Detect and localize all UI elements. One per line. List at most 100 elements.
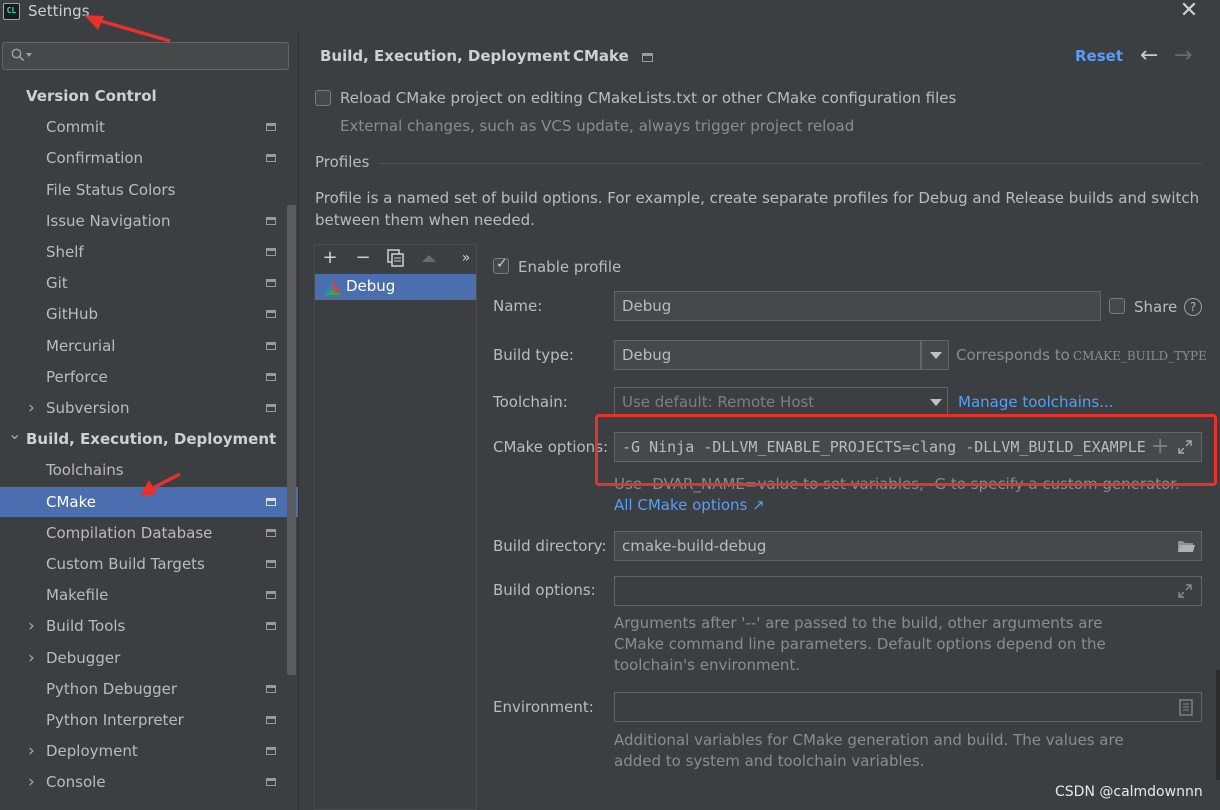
- forward-arrow-icon[interactable]: →: [1174, 43, 1192, 69]
- sidebar-item-label: File Status Colors: [46, 181, 176, 199]
- sidebar-item-git[interactable]: Git: [0, 268, 298, 298]
- enable-profile-checkbox[interactable]: ✓: [493, 256, 509, 274]
- sidebar-item-label: Deployment: [46, 742, 138, 760]
- name-field[interactable]: Debug: [614, 291, 1101, 321]
- cmake-options-label: CMake options:: [493, 438, 609, 456]
- back-arrow-icon[interactable]: ←: [1140, 43, 1158, 69]
- chevron-down-icon: [26, 53, 32, 57]
- checkmark-icon: ✓: [496, 256, 508, 272]
- name-label: Name:: [493, 297, 543, 315]
- breadcrumb-parent[interactable]: Build, Execution, Deployment: [320, 47, 570, 65]
- sidebar-item-toolchains[interactable]: Toolchains: [0, 455, 298, 485]
- sidebar-item-makefile[interactable]: Makefile: [0, 580, 298, 610]
- sidebar-item-label: Subversion: [46, 399, 130, 417]
- profile-list-item[interactable]: Debug: [315, 274, 476, 300]
- manage-toolchains-link[interactable]: Manage toolchains...: [958, 393, 1114, 411]
- title-bar: CL Settings ✕: [0, 0, 1220, 26]
- project-level-icon: [266, 529, 276, 537]
- project-level-icon: [266, 248, 276, 256]
- reload-checkbox[interactable]: [315, 90, 331, 106]
- build-directory-label: Build directory:: [493, 537, 607, 555]
- sidebar-item-file-status-colors[interactable]: File Status Colors: [0, 175, 298, 205]
- cmake-options-hint: Use -DVAR_NAME=value to set variables, -…: [614, 475, 1180, 493]
- sidebar-item-confirmation[interactable]: Confirmation: [0, 143, 298, 173]
- build-options-hint-1: Arguments after '--' are passed to the b…: [614, 614, 1103, 632]
- build-type-dropdown[interactable]: Debug: [614, 340, 949, 370]
- project-level-icon: [642, 53, 653, 62]
- sidebar-item-build-tools[interactable]: › Build Tools: [0, 611, 298, 641]
- project-level-icon: [266, 498, 276, 506]
- project-level-icon: [266, 404, 276, 412]
- reset-button[interactable]: Reset: [1075, 47, 1123, 65]
- sidebar-item-label: Perforce: [46, 368, 108, 386]
- sidebar-item-cmake[interactable]: CMake: [0, 487, 298, 517]
- sidebar-item-shelf[interactable]: Shelf: [0, 237, 298, 267]
- build-options-label: Build options:: [493, 581, 596, 599]
- enable-profile-label: Enable profile: [518, 258, 622, 276]
- more-actions-button[interactable]: »: [455, 244, 477, 272]
- search-input[interactable]: [2, 42, 289, 70]
- profiles-list-panel: [314, 244, 477, 810]
- sidebar-item-console[interactable]: › Console: [0, 767, 298, 797]
- help-icon[interactable]: ?: [1184, 298, 1202, 316]
- sidebar-item-python-debugger[interactable]: Python Debugger: [0, 674, 298, 704]
- build-options-hint-2: CMake command line parameters. Default o…: [614, 635, 1106, 653]
- share-checkbox[interactable]: [1109, 298, 1125, 314]
- sidebar-item-label: Mercurial: [46, 337, 116, 355]
- sidebar-item-label: Confirmation: [46, 149, 144, 167]
- sidebar-item-compilation-database[interactable]: Compilation Database: [0, 518, 298, 548]
- project-level-icon: [266, 123, 276, 131]
- chevron-right-icon[interactable]: ›: [28, 736, 35, 766]
- cmake-options-field[interactable]: -G Ninja -DLLVM_ENABLE_PROJECTS=clang -D…: [614, 432, 1202, 462]
- sidebar-item-build-execution-deployment[interactable]: ⌄ Build, Execution, Deployment: [0, 424, 298, 454]
- chevron-down-icon[interactable]: ⌄: [8, 419, 21, 449]
- sidebar-item-version-control[interactable]: Version Control: [0, 81, 298, 111]
- sidebar-item-debugger[interactable]: › Debugger: [0, 643, 298, 673]
- add-profile-button[interactable]: +: [319, 244, 341, 272]
- chevron-right-icon[interactable]: ›: [28, 643, 35, 673]
- sidebar-item-github[interactable]: GitHub: [0, 299, 298, 329]
- sidebar-item-label: Custom Build Targets: [46, 555, 205, 573]
- environment-hint-2: added to system and toolchain variables.: [614, 752, 925, 770]
- environment-field[interactable]: [614, 692, 1202, 722]
- build-directory-field[interactable]: cmake-build-debug: [614, 531, 1202, 561]
- sidebar-item-subversion[interactable]: › Subversion: [0, 393, 298, 423]
- add-variable-icon[interactable]: +: [1151, 434, 1169, 460]
- sidebar-item-custom-build-targets[interactable]: Custom Build Targets: [0, 549, 298, 579]
- remove-profile-button[interactable]: −: [352, 244, 374, 272]
- sidebar-item-label: Issue Navigation: [46, 212, 171, 230]
- profiles-toolbar: + − »: [314, 244, 477, 272]
- profiles-description-2: between them when needed.: [315, 211, 535, 229]
- sidebar-item-issue-navigation[interactable]: Issue Navigation: [0, 206, 298, 236]
- divider: [298, 30, 299, 810]
- sidebar-item-label: Makefile: [46, 586, 109, 604]
- all-cmake-options-link[interactable]: All CMake options ↗: [614, 496, 765, 514]
- chevron-right-icon[interactable]: ›: [28, 767, 35, 797]
- project-level-icon: [266, 279, 276, 287]
- chevron-right-icon[interactable]: ›: [28, 393, 35, 423]
- sidebar-item-commit[interactable]: Commit: [0, 112, 298, 142]
- window-edge: [1216, 670, 1220, 780]
- close-icon[interactable]: ✕: [1178, 0, 1200, 22]
- chevron-right-icon[interactable]: ›: [28, 611, 35, 641]
- document-icon[interactable]: [1179, 699, 1193, 716]
- sidebar-scrollbar[interactable]: [287, 205, 296, 675]
- sidebar-item-perforce[interactable]: Perforce: [0, 362, 298, 392]
- build-type-dropdown-button[interactable]: [921, 340, 949, 370]
- build-options-field[interactable]: [614, 576, 1202, 606]
- environment-hint-1: Additional variables for CMake generatio…: [614, 731, 1124, 749]
- sidebar-item-mercurial[interactable]: Mercurial: [0, 331, 298, 361]
- sidebar-item-python-interpreter[interactable]: Python Interpreter: [0, 705, 298, 735]
- build-type-value: Debug: [622, 346, 672, 364]
- project-level-icon: [266, 591, 276, 599]
- expand-icon[interactable]: [1177, 583, 1193, 599]
- toolchain-value: Use default: Remote Host: [622, 393, 815, 411]
- build-type-label: Build type:: [493, 346, 574, 364]
- move-up-button[interactable]: [418, 244, 440, 272]
- sidebar-item-deployment[interactable]: › Deployment: [0, 736, 298, 766]
- toolchain-dropdown[interactable]: Use default: Remote Host: [614, 387, 948, 417]
- folder-icon[interactable]: [1177, 539, 1195, 553]
- expand-icon[interactable]: [1177, 439, 1193, 455]
- copy-profile-button[interactable]: [385, 244, 407, 272]
- breadcrumb-current: CMake: [573, 47, 629, 65]
